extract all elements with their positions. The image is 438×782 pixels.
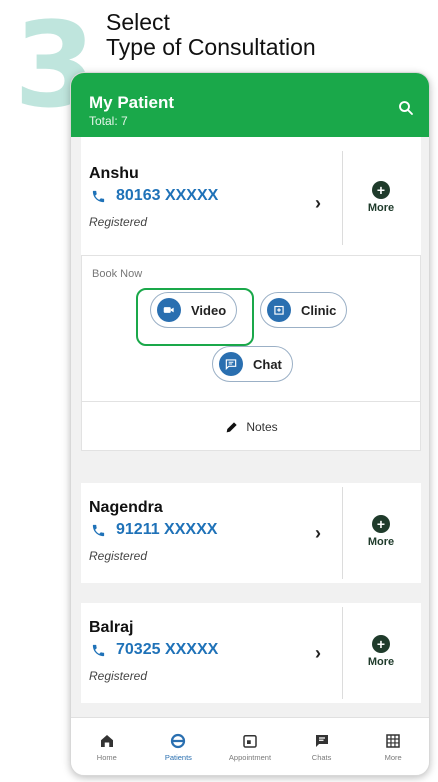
tab-label: More [384,752,402,762]
calendar-icon [243,734,257,748]
more-button[interactable]: + More [361,181,401,214]
search-icon[interactable] [397,99,415,117]
chat-icon [219,352,243,376]
chevron-right-icon[interactable]: › [315,643,321,664]
step-heading-line1: Select [106,9,170,35]
chat-consult-button[interactable]: Chat [212,346,293,382]
phone-icon [92,524,105,536]
book-now-panel: Book Now Video Clinic Chat Notes [81,255,421,451]
clinic-consult-button[interactable]: Clinic [260,292,348,328]
tab-more[interactable]: More [357,718,429,775]
phone-screen: My Patient Total: 7 Anshu 80163 XXXXX Re… [70,72,430,776]
patient-phone[interactable]: 91211 XXXXX [91,521,217,539]
plus-icon: + [372,635,390,653]
pencil-icon [226,421,237,432]
tab-label: Home [96,752,117,762]
bottom-tab-bar: Home Patients Appointment Chats More [71,717,429,775]
patient-phone-number: 91211 XXXXX [116,521,218,538]
patient-status: Registered [89,549,148,563]
grid-icon [386,733,400,748]
patient-card[interactable]: Nagendra 91211 XXXXX Registered › + More [81,483,421,583]
patient-phone[interactable]: 80163 XXXXX [91,187,218,205]
chat-icon [315,734,328,747]
more-label: More [367,536,395,548]
patient-total: Total: 7 [89,114,128,128]
step-heading: Select Type of Consultation [106,10,316,60]
page-title: My Patient [89,93,175,112]
tab-appointment[interactable]: Appointment [214,718,286,775]
patient-card[interactable]: Balraj 70325 XXXXX Registered › + More [81,603,421,703]
tab-chats[interactable]: Chats [286,718,358,775]
book-now-label: Book Now [92,268,143,280]
notes-button[interactable]: Notes [82,401,420,451]
phone-icon [92,190,105,202]
card-divider [342,487,343,579]
home-icon [100,734,113,747]
patient-phone-number: 80163 XXXXX [116,187,219,204]
tab-patients[interactable]: Patients [143,718,215,775]
clinic-icon [267,298,291,322]
patient-name: Balraj [89,619,134,636]
phone-icon [92,644,105,656]
card-divider [342,151,343,245]
step-heading-line2: Type of Consultation [106,34,316,60]
more-button[interactable]: + More [361,515,401,548]
tab-label: Patients [164,752,192,762]
notes-label: Notes [246,419,278,434]
more-label: More [367,202,395,214]
more-label: More [367,656,395,668]
tab-home[interactable]: Home [71,718,143,775]
patient-name: Anshu [89,165,139,182]
chat-label: Chat [253,356,282,372]
tab-label: Appointment [228,752,272,762]
selected-consultation-highlight [136,288,254,346]
app-bar: My Patient Total: 7 [71,73,429,137]
chevron-right-icon[interactable]: › [315,523,321,544]
card-divider [342,607,343,699]
plus-icon: + [372,515,390,533]
patient-name: Nagendra [89,499,163,516]
patients-icon [171,733,186,748]
patient-phone[interactable]: 70325 XXXXX [91,641,218,659]
more-button[interactable]: + More [361,635,401,668]
patient-phone-number: 70325 XXXXX [116,641,219,658]
patient-card[interactable]: Anshu 80163 XXXXX Registered › + More [81,137,421,255]
tab-label: Chats [311,752,332,762]
patient-status: Registered [89,215,148,229]
patient-status: Registered [89,669,148,683]
chevron-right-icon[interactable]: › [315,193,321,214]
clinic-label: Clinic [301,302,337,318]
plus-icon: + [372,181,390,199]
